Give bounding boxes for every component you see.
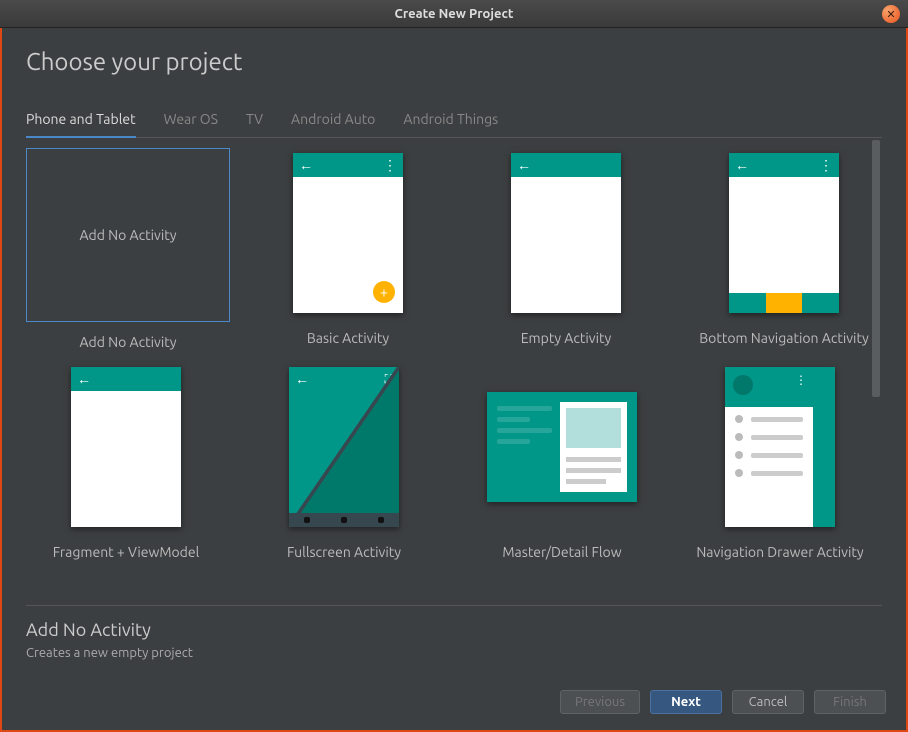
- template-navigation-drawer[interactable]: ⋮: [680, 362, 870, 560]
- overflow-icon: ⋮: [795, 373, 807, 387]
- titlebar: Create New Project ✕: [0, 0, 908, 28]
- template-thumb: ←: [26, 362, 226, 532]
- template-empty-activity[interactable]: ← Empty Activity: [466, 148, 666, 350]
- template-add-no-activity[interactable]: Add No Activity Add No Activity: [26, 148, 230, 350]
- fab-icon: +: [373, 281, 395, 303]
- tab-wear-os[interactable]: Wear OS: [164, 105, 218, 137]
- template-label: Bottom Navigation Activity: [699, 330, 868, 346]
- template-basic-activity[interactable]: ← ⋮ + Basic Activity: [248, 148, 448, 350]
- cancel-button[interactable]: Cancel: [732, 690, 804, 714]
- template-label: Fragment + ViewModel: [53, 544, 200, 560]
- template-label: Empty Activity: [521, 330, 612, 346]
- template-label: Fullscreen Activity: [287, 544, 401, 560]
- avatar-icon: [733, 375, 753, 395]
- close-icon[interactable]: ✕: [882, 5, 900, 23]
- back-arrow-icon: ←: [735, 157, 749, 173]
- tab-bar: Phone and Tablet Wear OS TV Android Auto…: [26, 105, 882, 138]
- overflow-icon: ⋮: [819, 161, 833, 169]
- template-thumb: ←: [466, 148, 666, 318]
- tab-phone-tablet[interactable]: Phone and Tablet: [26, 105, 136, 137]
- back-arrow-icon: ←: [77, 371, 91, 387]
- template-master-detail[interactable]: Master/Detail Flow: [462, 362, 662, 560]
- template-gallery: Add No Activity Add No Activity ← ⋮: [26, 138, 870, 605]
- window-body: Choose your project Phone and Tablet Wea…: [0, 28, 908, 732]
- template-bottom-navigation[interactable]: ← ⋮ Bottom Navigation Activity: [684, 148, 870, 350]
- template-thumb: ⋮: [680, 362, 870, 532]
- back-arrow-icon: ←: [299, 157, 313, 173]
- finish-button[interactable]: Finish: [814, 690, 886, 714]
- system-navbar-icon: [289, 513, 399, 527]
- template-thumb: [462, 362, 662, 532]
- template-label: Navigation Drawer Activity: [696, 544, 863, 560]
- gallery-scrollbar[interactable]: [870, 138, 882, 605]
- template-label: Master/Detail Flow: [502, 544, 621, 560]
- template-thumb: ← ⋮ +: [248, 148, 448, 318]
- footer: Previous Next Cancel Finish: [2, 678, 906, 730]
- template-thumb: ← ⋮: [684, 148, 870, 318]
- selection-description: Creates a new empty project: [26, 646, 882, 660]
- template-thumb: Add No Activity: [26, 148, 230, 322]
- page-heading: Choose your project: [26, 48, 882, 75]
- back-arrow-icon: ←: [517, 157, 531, 173]
- selection-title: Add No Activity: [26, 620, 882, 640]
- overflow-icon: ⋮: [383, 161, 397, 169]
- scrollbar-thumb[interactable]: [872, 140, 880, 397]
- window-title: Create New Project: [395, 7, 514, 21]
- template-fragment-viewmodel[interactable]: ← Fragment + ViewModel: [26, 362, 226, 560]
- bottom-nav-icon: [729, 293, 839, 313]
- tab-android-things[interactable]: Android Things: [403, 105, 498, 137]
- previous-button[interactable]: Previous: [560, 690, 640, 714]
- template-fullscreen[interactable]: ← ⛶ Fullscreen Activity: [244, 362, 444, 560]
- tab-tv[interactable]: TV: [246, 105, 263, 137]
- template-label: Add No Activity: [79, 334, 176, 350]
- template-label: Basic Activity: [307, 330, 389, 346]
- template-thumb: ← ⛶: [244, 362, 444, 532]
- template-thumb-text: Add No Activity: [79, 227, 176, 243]
- next-button[interactable]: Next: [650, 690, 722, 714]
- selection-info: Add No Activity Creates a new empty proj…: [26, 606, 882, 678]
- tab-android-auto[interactable]: Android Auto: [291, 105, 375, 137]
